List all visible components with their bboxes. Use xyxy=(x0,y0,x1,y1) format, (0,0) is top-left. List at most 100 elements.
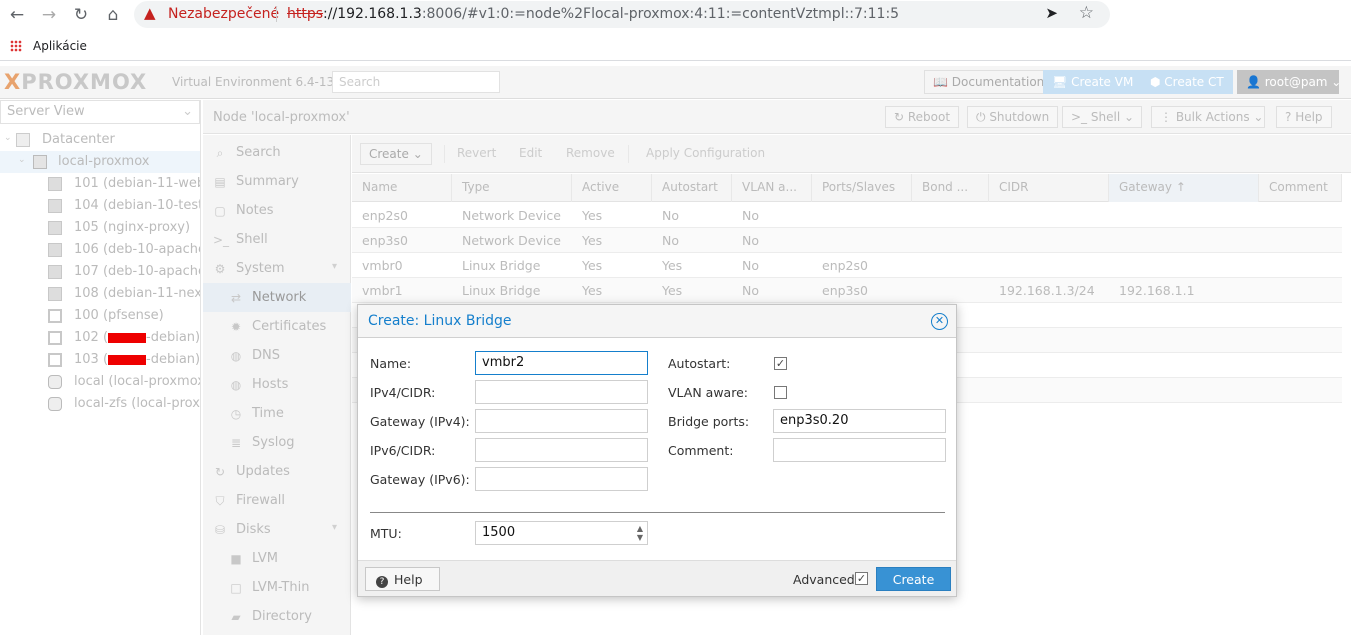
chevron-down-icon[interactable]: ▾ xyxy=(332,261,337,272)
search-input[interactable]: Search xyxy=(332,71,500,93)
url-text[interactable]: https://192.168.1.3:8006/#v1:0:=node%2Fl… xyxy=(287,6,899,22)
tree-item-vm[interactable]: 102 (-debian) xyxy=(0,327,200,349)
tree-node-local-proxmox[interactable]: ⌄ local-proxmox xyxy=(0,151,200,173)
close-icon[interactable]: ✕ xyxy=(931,313,948,330)
column-header-cidr[interactable]: CIDR xyxy=(989,174,1109,202)
menu-item-directory[interactable]: ▰ Directory xyxy=(203,602,351,631)
mtu-field[interactable]: 1500 ▲ ▼ xyxy=(475,521,648,545)
dialog-create-button[interactable]: Create xyxy=(876,567,951,591)
autostart-checkbox[interactable]: ✓ xyxy=(774,357,787,370)
shutdown-button[interactable]: ⏻ Shutdown xyxy=(967,106,1059,128)
name-label: Name: xyxy=(370,356,412,371)
column-header-vlan-a[interactable]: VLAN a... xyxy=(732,174,812,202)
column-header-comment[interactable]: Comment xyxy=(1259,174,1342,202)
back-arrow-icon[interactable]: ← xyxy=(6,4,28,26)
tree-item-ct[interactable]: 105 (nginx-proxy) xyxy=(0,217,200,239)
create-dropdown-button[interactable]: Create ⌄ xyxy=(360,143,432,165)
collapse-icon[interactable]: ⌄ xyxy=(18,155,32,169)
create-vm-button[interactable]: 🖥 Create VM xyxy=(1043,70,1143,94)
tree-datacenter[interactable]: ⌄ Datacenter xyxy=(0,129,200,151)
column-header-active[interactable]: Active xyxy=(572,174,652,202)
comment-field[interactable] xyxy=(773,438,946,462)
column-header-bond[interactable]: Bond ... xyxy=(912,174,989,202)
tree-item-ct[interactable]: 108 (debian-11-nextcl xyxy=(0,283,200,305)
documentation-button[interactable]: 📖 Documentation xyxy=(924,70,1054,94)
warning-icon: ▲ xyxy=(144,4,156,22)
tree-item-ct[interactable]: 106 (deb-10-apache-1 xyxy=(0,239,200,261)
vlan-aware-checkbox[interactable] xyxy=(774,386,787,399)
ipv4-cidr-field[interactable] xyxy=(475,380,648,404)
tree-item-vm[interactable]: 100 (pfsense) xyxy=(0,305,200,327)
table-cell: No xyxy=(742,208,759,223)
column-header-autostart[interactable]: Autostart xyxy=(652,174,732,202)
menu-item-hosts[interactable]: ◍ Hosts xyxy=(203,370,351,399)
menu-item-certificates[interactable]: ✹ Certificates xyxy=(203,312,351,341)
address-bar[interactable]: ▲ Nezabezpečené https://192.168.1.3:8006… xyxy=(134,1,1110,28)
menu-item-notes[interactable]: ▢ Notes xyxy=(203,196,351,225)
tree-item-storage[interactable]: local-zfs (local-proxm xyxy=(0,393,200,415)
menu-item-updates[interactable]: ↻ Updates xyxy=(203,457,351,486)
book-icon: ▤ xyxy=(214,175,226,189)
proxmox-logo: XPROXMOX xyxy=(4,70,148,94)
star-icon[interactable]: ☆ xyxy=(1079,3,1094,23)
remove-button[interactable]: Remove xyxy=(558,143,623,165)
help-button[interactable]: ? Help xyxy=(1276,106,1332,128)
menu-item-summary[interactable]: ▤ Summary xyxy=(203,167,351,196)
tree-item-storage[interactable]: local (local-proxmox) xyxy=(0,371,200,393)
menu-item-firewall[interactable]: ⛉ Firewall xyxy=(203,486,351,515)
browser-toolbar: ← → ↻ ⌂ ▲ Nezabezpečené https://192.168.… xyxy=(0,0,1351,30)
forward-arrow-icon[interactable]: → xyxy=(38,4,60,26)
column-header-name[interactable]: Name xyxy=(352,174,452,202)
table-cell: vmbr1 xyxy=(362,283,403,298)
table-row[interactable]: enp3s0 Network Device Yes No No xyxy=(352,228,1342,253)
security-label[interactable]: Nezabezpečené xyxy=(168,6,279,22)
create-ct-button[interactable]: ⬢ Create CT xyxy=(1141,70,1233,94)
tree-item-ct[interactable]: 104 (debian-10-test) xyxy=(0,195,200,217)
menu-item-dns[interactable]: ◍ DNS xyxy=(203,341,351,370)
menu-item-shell[interactable]: >_ Shell xyxy=(203,225,351,254)
menu-item-lvm[interactable]: ■ LVM xyxy=(203,544,351,573)
edit-button[interactable]: Edit xyxy=(511,143,550,165)
table-cell: No xyxy=(662,208,679,223)
tree-item-ct[interactable]: 107 (deb-10-apache-2 xyxy=(0,261,200,283)
bulk-actions-button[interactable]: ⋮ Bulk Actions ⌄ xyxy=(1151,106,1265,128)
bridge-ports-field[interactable]: enp3s0.20 xyxy=(773,409,946,433)
menu-item-search[interactable]: ⌕ Search xyxy=(203,138,351,167)
apply-configuration-button[interactable]: Apply Configuration xyxy=(638,143,773,165)
tree-item-ct[interactable]: 101 (debian-11-webs) xyxy=(0,173,200,195)
reload-icon[interactable]: ↻ xyxy=(70,4,92,26)
home-icon[interactable]: ⌂ xyxy=(102,4,124,26)
gateway-ipv6-field[interactable] xyxy=(475,467,648,491)
tree-item-label: 101 (debian-11-webs) xyxy=(74,176,200,191)
user-menu-button[interactable]: 👤 root@pam ⌄ xyxy=(1237,70,1341,94)
table-row[interactable]: vmbr0 Linux Bridge Yes Yes No enp2s0 xyxy=(352,253,1342,278)
menu-item-syslog[interactable]: ≣ Syslog xyxy=(203,428,351,457)
chevron-down-icon[interactable]: ▾ xyxy=(332,522,337,533)
column-header-type[interactable]: Type xyxy=(452,174,572,202)
gateway-ipv4-field[interactable] xyxy=(475,409,648,433)
menu-item-label: Updates xyxy=(236,464,290,479)
menu-item-system[interactable]: ⚙ System ▾ xyxy=(203,254,351,283)
menu-item-time[interactable]: ◷ Time xyxy=(203,399,351,428)
send-icon[interactable]: ➤ xyxy=(1045,4,1058,22)
menu-item-lvm-thin[interactable]: □ LVM-Thin xyxy=(203,573,351,602)
table-row[interactable]: enp2s0 Network Device Yes No No xyxy=(352,203,1342,228)
menu-item-network[interactable]: ⇄ Network xyxy=(203,283,351,312)
dialog-help-button[interactable]: ? Help xyxy=(365,567,440,591)
view-selector[interactable]: Server View ⌄ xyxy=(0,100,200,124)
column-header-ports-slaves[interactable]: Ports/Slaves xyxy=(812,174,912,202)
menu-item-disks[interactable]: ⛁ Disks ▾ xyxy=(203,515,351,544)
advanced-checkbox[interactable]: ✓ xyxy=(855,572,868,585)
ipv6-cidr-field[interactable] xyxy=(475,438,648,462)
table-row[interactable]: vmbr1 Linux Bridge Yes Yes No enp3s0 192.168.1… xyxy=(352,278,1342,303)
reboot-button[interactable]: ↻ Reboot xyxy=(885,106,960,128)
divider xyxy=(370,512,945,513)
bookmark-apps[interactable]: Aplikácie xyxy=(33,39,87,53)
tree-item-vm[interactable]: 103 (-debian) xyxy=(0,349,200,371)
name-field[interactable]: vmbr2 xyxy=(475,351,648,375)
spinner-icon[interactable]: ▲ ▼ xyxy=(637,524,643,542)
shell-button[interactable]: >_ Shell ⌄ xyxy=(1062,106,1142,128)
revert-button[interactable]: Revert xyxy=(449,143,504,165)
apps-grid-icon[interactable] xyxy=(10,40,22,52)
column-header-gateway[interactable]: Gateway ↑ xyxy=(1109,174,1259,202)
